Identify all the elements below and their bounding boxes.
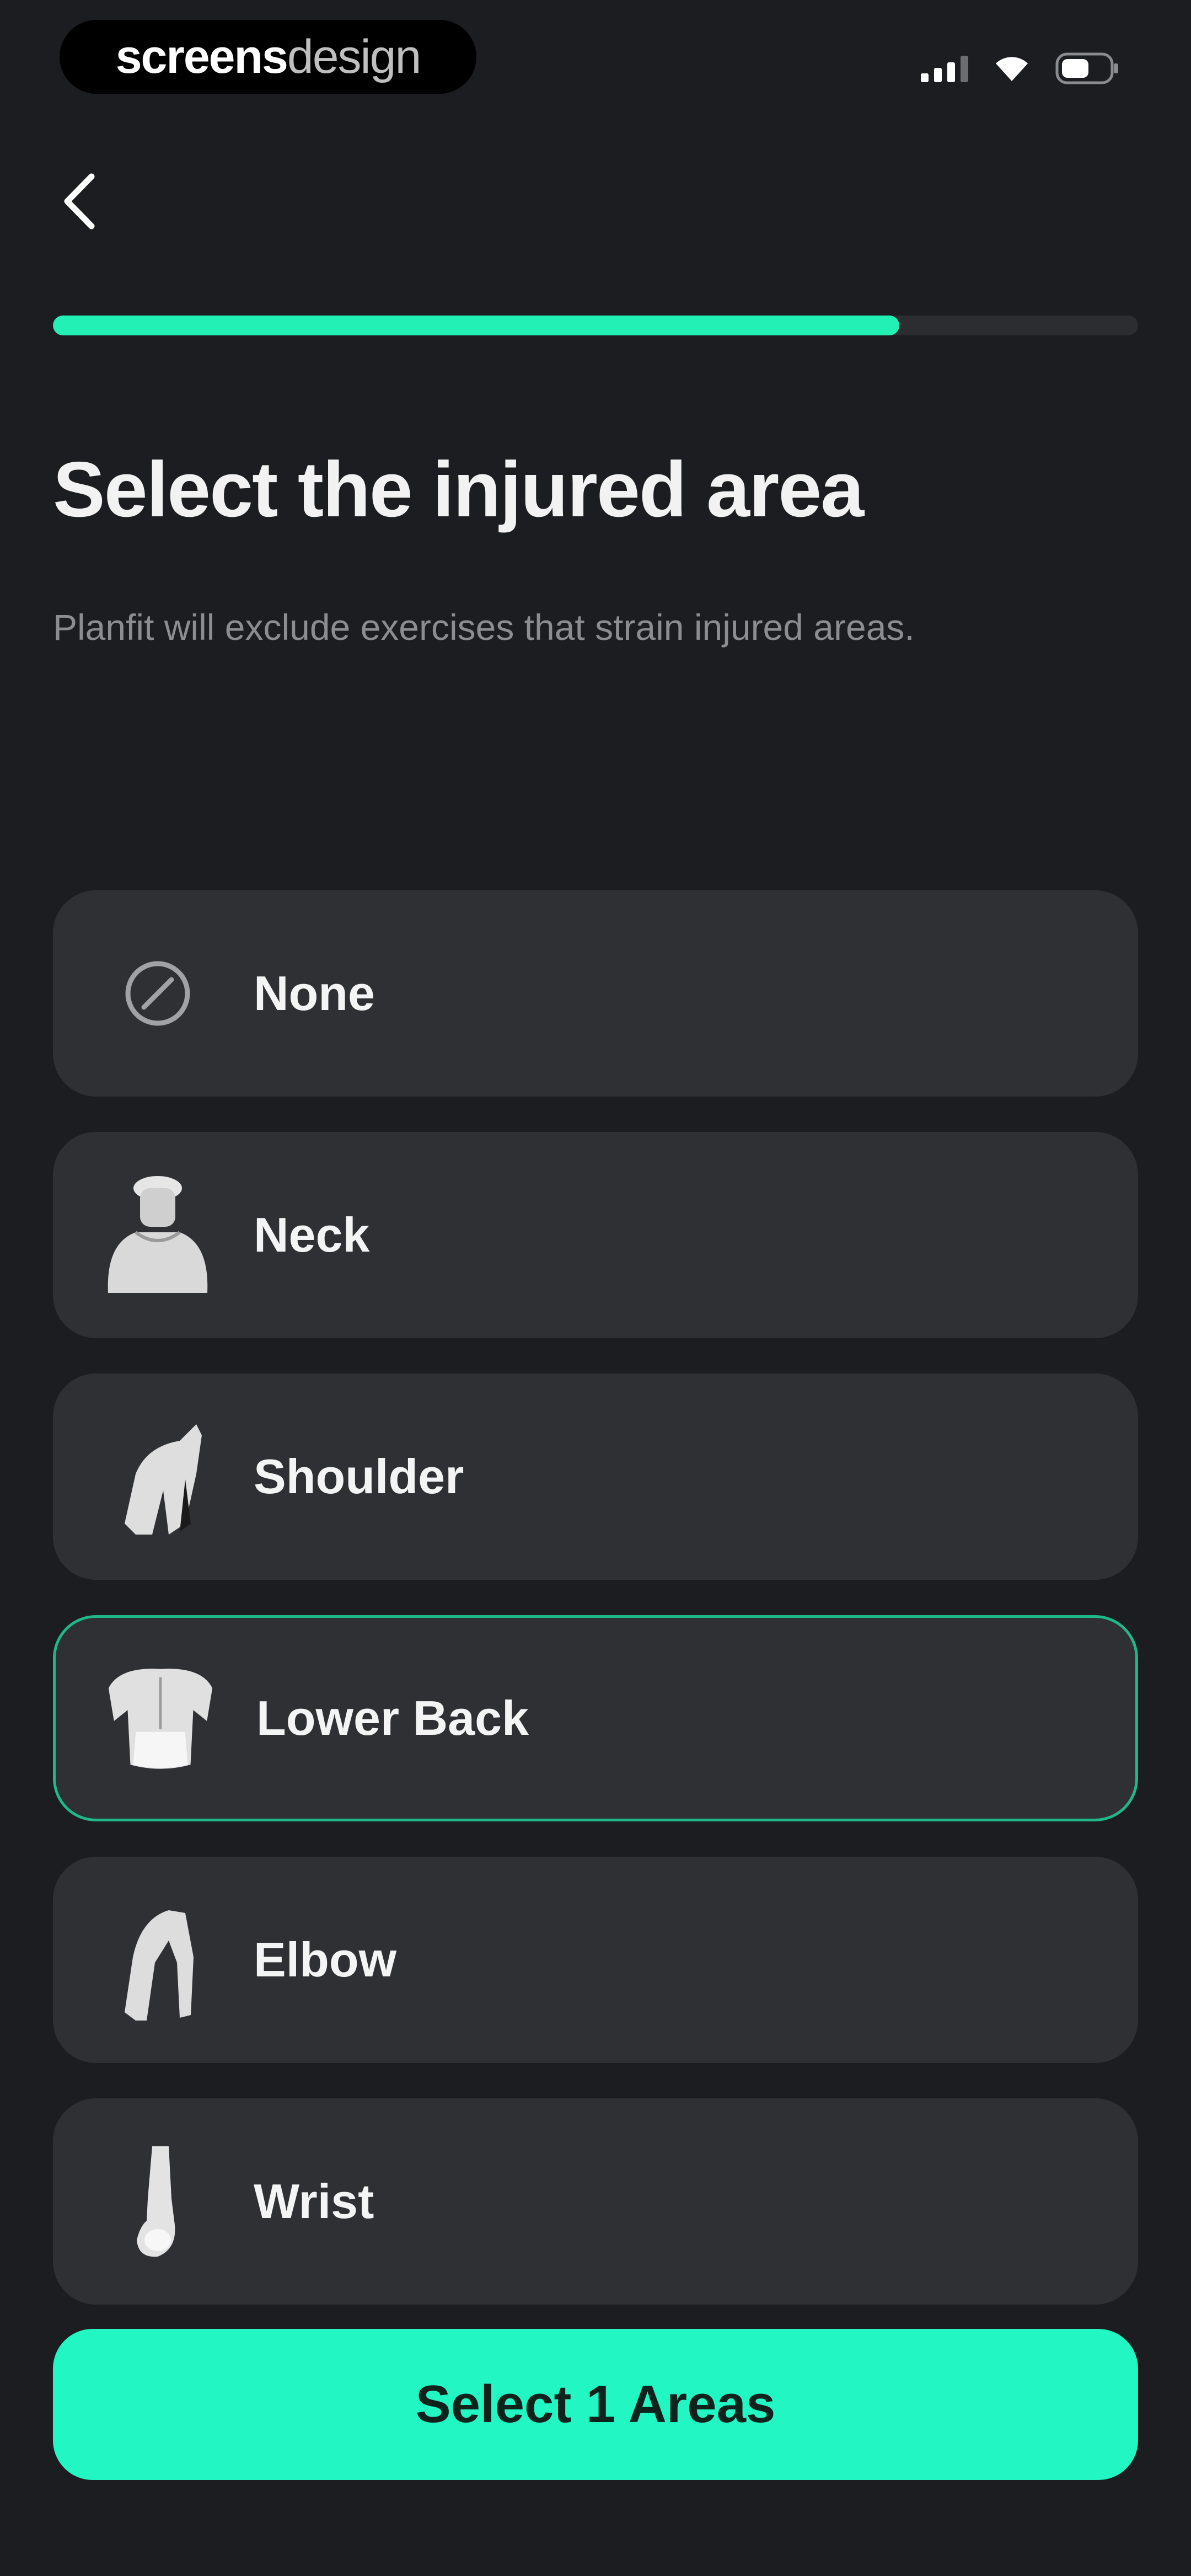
back-button[interactable] (49, 165, 109, 237)
option-label: Elbow (254, 1932, 397, 1987)
option-label: Lower Back (256, 1691, 529, 1745)
option-label: Shoulder (254, 1449, 464, 1504)
brand-secondary-text: design (287, 30, 421, 83)
wifi-icon (994, 55, 1030, 82)
elbow-body-icon (95, 1888, 221, 2032)
prohibited-icon (95, 922, 221, 1065)
option-label: Neck (254, 1207, 370, 1262)
wrist-body-icon (95, 2130, 221, 2273)
lower-back-body-icon (98, 1647, 223, 1790)
injury-options-list: None Neck Shoulder Lower Back Elbow Wris… (53, 890, 1138, 2340)
chevron-left-icon (64, 173, 95, 229)
brand-watermark: screens design (60, 20, 476, 94)
status-bar: screens design (0, 0, 1191, 116)
option-label: None (254, 966, 375, 1020)
option-wrist[interactable]: Wrist (53, 2098, 1138, 2305)
option-elbow[interactable]: Elbow (53, 1857, 1138, 2063)
option-none[interactable]: None (53, 890, 1138, 1097)
page-subtitle: Planfit will exclude exercises that stra… (53, 607, 915, 648)
option-neck[interactable]: Neck (53, 1132, 1138, 1338)
battery-icon (1055, 52, 1119, 84)
cellular-signal-icon (921, 55, 968, 82)
option-lower-back[interactable]: Lower Back (53, 1615, 1138, 1821)
option-shoulder[interactable]: Shoulder (53, 1373, 1138, 1580)
select-areas-button[interactable]: Select 1 Areas (53, 2329, 1138, 2480)
progress-fill (53, 316, 900, 335)
neck-body-icon (95, 1163, 221, 1307)
shoulder-body-icon (95, 1405, 221, 1548)
option-label: Wrist (254, 2174, 374, 2228)
onboarding-progress-bar (53, 316, 1138, 335)
brand-primary-text: screens (115, 30, 288, 83)
page-title: Select the injured area (53, 446, 864, 533)
status-icons (921, 49, 1119, 88)
